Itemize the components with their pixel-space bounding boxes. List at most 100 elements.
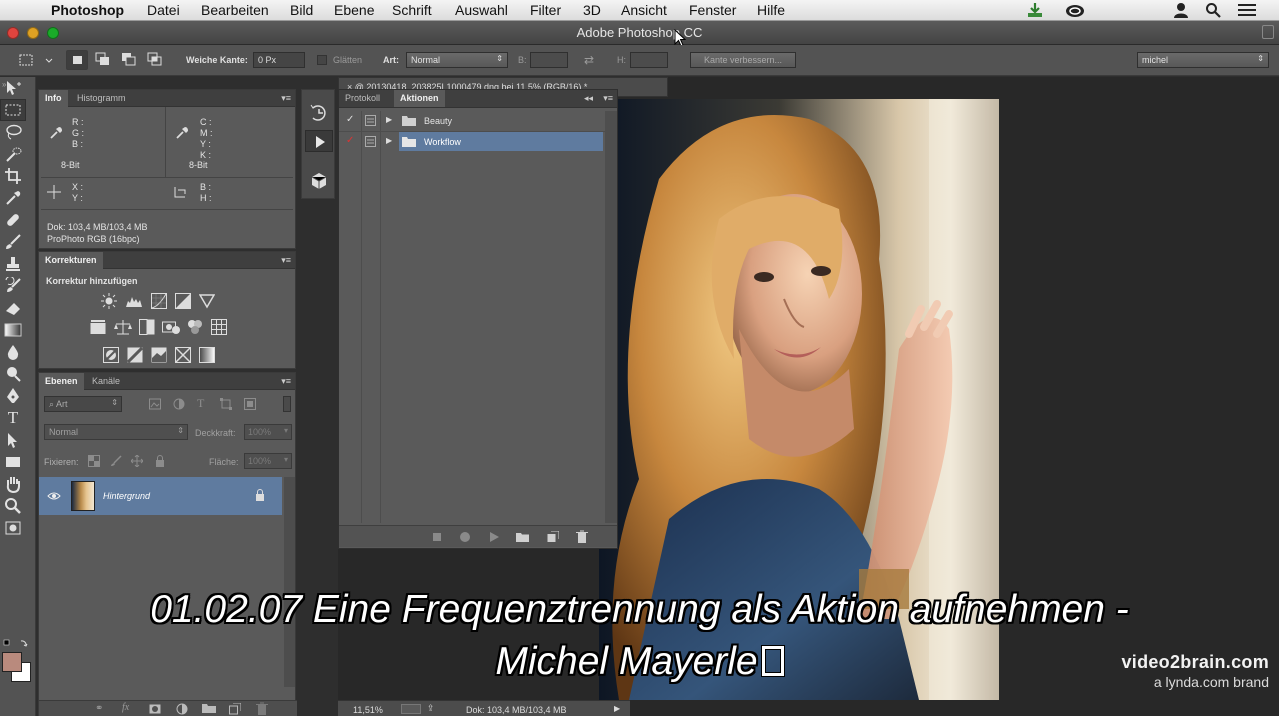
notification-center-icon[interactable] <box>1238 3 1256 17</box>
visibility-eye-icon[interactable] <box>47 491 61 504</box>
subtract-from-selection-icon[interactable] <box>121 52 137 68</box>
gradient-tool-icon[interactable] <box>0 319 26 341</box>
blend-mode-select[interactable]: Normal ⇕ <box>44 424 188 440</box>
dialog-toggle-icon[interactable] <box>365 136 376 150</box>
3d-panel-icon[interactable] <box>310 172 328 193</box>
menu-filter[interactable]: Filter <box>530 2 561 18</box>
zoom-level[interactable]: 11,51% <box>353 705 383 715</box>
action-set-row[interactable]: ✓ ▶ Workflow <box>339 132 605 151</box>
healing-brush-tool-icon[interactable] <box>0 209 26 231</box>
quick-mask-icon[interactable] <box>0 517 26 539</box>
rectangle-shape-tool-icon[interactable] <box>0 451 26 473</box>
selective-color-icon[interactable] <box>175 347 191 366</box>
black-white-icon[interactable] <box>139 319 155 338</box>
layer-row-hintergrund[interactable]: Hintergrund <box>39 477 282 515</box>
curves-icon[interactable] <box>151 293 167 312</box>
vibrance-icon[interactable] <box>198 293 216 312</box>
type-tool-icon[interactable]: T <box>0 407 26 429</box>
spotlight-search-icon[interactable] <box>1205 2 1221 18</box>
tab-ebenen[interactable]: Ebenen <box>39 373 84 390</box>
add-to-selection-icon[interactable] <box>95 52 111 68</box>
lock-transparent-pixels-icon[interactable] <box>88 455 100 470</box>
layer-filter-select[interactable]: ⌕ Art ⇕ <box>44 396 122 412</box>
download-icon[interactable] <box>1027 2 1043 18</box>
smooth-checkbox[interactable] <box>317 55 327 65</box>
toggle-checkmark-icon[interactable]: ✓ <box>346 114 354 125</box>
intersect-selection-icon[interactable] <box>147 52 163 68</box>
tool-preset-picker[interactable] <box>6 48 54 72</box>
status-preview-icon[interactable] <box>401 704 421 714</box>
user-icon[interactable] <box>1173 2 1189 18</box>
menu-fenster[interactable]: Fenster <box>689 2 736 18</box>
color-lookup-icon[interactable] <box>211 319 227 338</box>
new-layer-icon[interactable] <box>229 702 242 716</box>
new-action-icon[interactable] <box>547 530 560 546</box>
brush-tool-icon[interactable] <box>0 231 26 253</box>
lock-position-icon[interactable] <box>130 454 144 470</box>
path-selection-tool-icon[interactable] <box>0 429 26 451</box>
panel-menu-icon[interactable]: ▾≡ <box>603 93 613 104</box>
levels-icon[interactable] <box>125 293 143 312</box>
menu-3d[interactable]: 3D <box>583 2 601 18</box>
color-balance-icon[interactable] <box>114 319 132 338</box>
swap-dimensions-icon[interactable]: ⇄ <box>584 53 594 67</box>
panel-menu-icon[interactable]: ▾≡ <box>281 255 291 266</box>
menu-datei[interactable]: Datei <box>147 2 180 18</box>
brightness-contrast-icon[interactable] <box>101 293 117 312</box>
width-input[interactable] <box>530 52 568 68</box>
new-adjustment-layer-icon[interactable] <box>176 703 188 716</box>
lock-all-icon[interactable] <box>154 455 166 470</box>
eyedropper-tool-icon[interactable] <box>0 187 26 209</box>
collapse-toolbar-icon[interactable]: » <box>2 80 6 89</box>
pen-tool-icon[interactable] <box>0 385 26 407</box>
share-icon[interactable]: ⇪ <box>427 703 435 714</box>
tab-histogramm[interactable]: Histogramm <box>71 90 132 107</box>
status-menu-arrow-icon[interactable]: ▶ <box>614 704 620 713</box>
creative-cloud-icon[interactable] <box>1065 2 1085 18</box>
filter-smart-object-icon[interactable] <box>244 398 256 413</box>
add-mask-icon[interactable] <box>149 704 161 716</box>
toggle-checkmark-icon[interactable]: ✓ <box>346 135 354 146</box>
actions-panel-button[interactable] <box>305 130 333 152</box>
actions-scrollbar[interactable] <box>605 111 617 523</box>
lasso-tool-icon[interactable] <box>0 121 26 143</box>
feather-input[interactable]: 0 Px <box>253 52 305 68</box>
action-set-row[interactable]: ✓ ▶ Beauty <box>339 111 605 130</box>
layer-name[interactable]: Hintergrund <box>103 491 150 501</box>
menu-auswahl[interactable]: Auswahl <box>455 2 508 18</box>
posterize-icon[interactable] <box>126 346 144 366</box>
menu-ebene[interactable]: Ebene <box>334 2 374 18</box>
collapse-panel-icon[interactable]: ◂◂ <box>584 93 593 104</box>
play-selection-icon[interactable] <box>489 532 499 545</box>
tab-korrekturen[interactable]: Korrekturen <box>39 252 103 269</box>
menu-bild[interactable]: Bild <box>290 2 313 18</box>
expand-arrow-icon[interactable]: ▶ <box>386 115 392 124</box>
record-icon[interactable] <box>460 532 470 542</box>
new-group-icon[interactable] <box>202 703 216 716</box>
layer-style-fx-icon[interactable]: fx <box>122 702 129 713</box>
zoom-tool-icon[interactable] <box>0 495 26 517</box>
photo-filter-icon[interactable] <box>162 319 180 338</box>
history-brush-tool-icon[interactable] <box>0 275 26 297</box>
tab-info[interactable]: Info <box>39 90 68 107</box>
tab-protokoll[interactable]: Protokoll <box>339 90 386 107</box>
panel-menu-icon[interactable]: ▾≡ <box>281 376 291 387</box>
filter-pixel-layer-icon[interactable] <box>149 398 161 413</box>
hand-tool-icon[interactable] <box>0 473 26 495</box>
channel-mixer-icon[interactable] <box>187 319 203 338</box>
stop-playing-icon[interactable] <box>433 533 441 541</box>
filter-toggle-switch[interactable] <box>283 396 291 412</box>
tab-kanaele[interactable]: Kanäle <box>86 373 126 390</box>
fill-input[interactable]: 100% ▾ <box>244 453 292 469</box>
gradient-map-icon[interactable] <box>199 347 215 366</box>
menu-schrift[interactable]: Schrift <box>392 2 432 18</box>
delete-action-icon[interactable] <box>576 530 588 546</box>
new-set-folder-icon[interactable] <box>516 532 529 545</box>
height-input[interactable] <box>630 52 668 68</box>
hue-saturation-icon[interactable] <box>90 319 106 338</box>
invert-icon[interactable] <box>103 347 119 366</box>
expand-arrow-icon[interactable]: ▶ <box>386 136 392 145</box>
quick-selection-tool-icon[interactable] <box>0 143 26 165</box>
filter-adjustment-layer-icon[interactable] <box>173 398 185 413</box>
new-selection-button[interactable] <box>66 50 88 70</box>
